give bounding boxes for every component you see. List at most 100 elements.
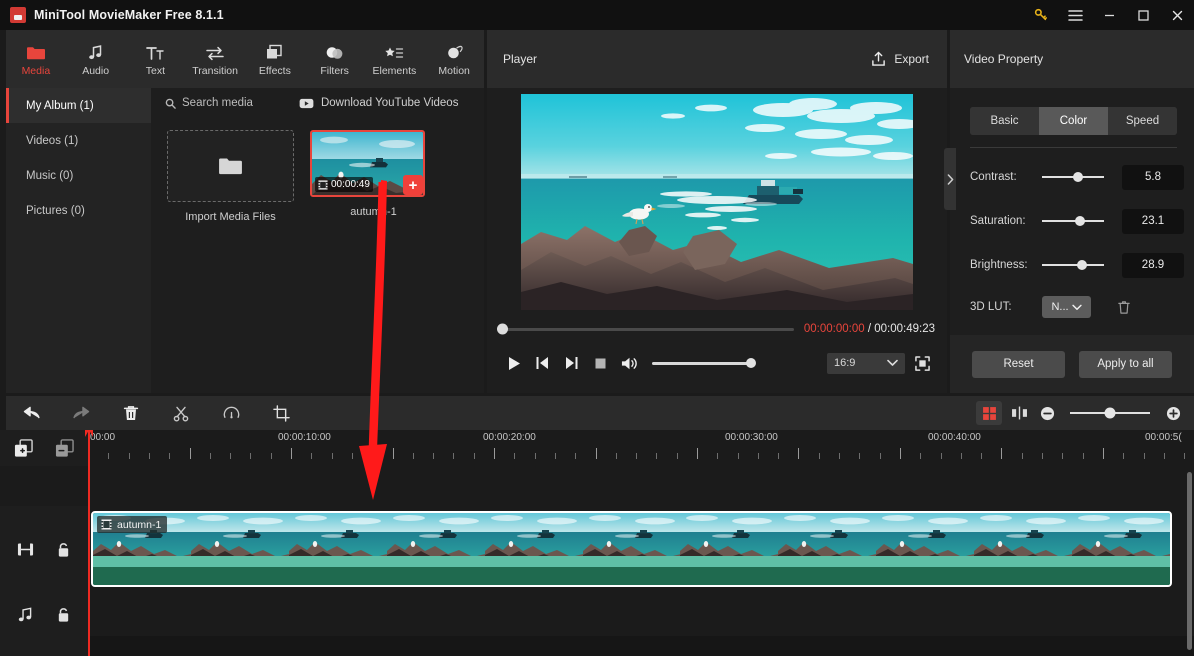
category-music[interactable]: Music (0) [6, 158, 151, 193]
category-pictures[interactable]: Pictures (0) [6, 193, 151, 228]
zoom-in-button[interactable] [1162, 401, 1184, 425]
download-youtube-button[interactable]: Download YouTube Videos [299, 97, 458, 109]
saturation-value[interactable]: 23.1 [1122, 208, 1184, 234]
timecode-display: 00:00:00:00 / 00:00:49:23 [804, 323, 935, 335]
stop-button[interactable] [586, 349, 615, 377]
ruler-tick [859, 453, 860, 459]
ruler-tick [271, 453, 272, 459]
tab-effects[interactable]: Effects [245, 30, 305, 88]
delete-button[interactable] [106, 396, 156, 430]
previous-frame-icon [536, 357, 548, 369]
tab-color[interactable]: Color [1039, 107, 1108, 135]
ruler-tick [433, 453, 434, 459]
brightness-slider[interactable] [1042, 260, 1104, 270]
key-icon[interactable] [1024, 0, 1058, 30]
add-track-icon[interactable] [14, 438, 33, 458]
export-button[interactable]: Export [871, 51, 929, 67]
split-button[interactable] [156, 396, 206, 430]
property-panel-header: Video Property [950, 30, 1194, 88]
ruler-tick [1062, 453, 1063, 459]
timeline-zoom-slider[interactable] [1070, 407, 1150, 419]
ruler-tick [453, 453, 454, 459]
import-drop-area[interactable] [167, 130, 294, 202]
media-item-autumn-1[interactable]: 00:00:49 + autumn-1 [310, 130, 437, 223]
tab-speed[interactable]: Speed [1108, 107, 1177, 135]
crop-button[interactable] [256, 396, 306, 430]
contrast-label: Contrast: [970, 171, 1017, 183]
fit-to-timeline-button[interactable] [976, 401, 1002, 425]
fullscreen-button[interactable] [909, 350, 935, 376]
add-to-timeline-button[interactable]: + [403, 175, 423, 195]
import-media-tile[interactable]: Import Media Files [167, 130, 294, 223]
volume-button[interactable] [615, 349, 644, 377]
tab-basic[interactable]: Basic [970, 107, 1039, 135]
category-my-album[interactable]: My Album (1) [6, 88, 151, 123]
apply-to-all-button[interactable]: Apply to all [1079, 350, 1172, 378]
playhead[interactable] [85, 430, 93, 656]
video-track-lock-button[interactable] [56, 541, 71, 558]
scissors-icon [173, 406, 189, 422]
next-frame-button[interactable] [557, 349, 586, 377]
search-input[interactable]: Search media [165, 97, 253, 109]
remove-track-icon[interactable] [55, 438, 74, 458]
volume-slider[interactable] [652, 358, 756, 368]
property-panel-title: Video Property [964, 52, 1044, 66]
tab-filters[interactable]: Filters [305, 30, 365, 88]
chevron-down-icon [1071, 304, 1082, 311]
redo-button[interactable] [56, 396, 106, 430]
contrast-value[interactable]: 5.8 [1122, 164, 1184, 190]
lut-delete-button[interactable] [1113, 300, 1135, 315]
zoom-out-button[interactable] [1036, 401, 1058, 425]
timeline-toolbar [6, 396, 1194, 430]
minimize-icon[interactable] [1092, 0, 1126, 30]
play-button[interactable] [499, 349, 528, 377]
timeline-ruler[interactable]: 00:00 00:00:10:00 00:00:20:00 00:00:30:0… [88, 430, 1194, 466]
timeline-clip-autumn-1[interactable]: autumn-1 [91, 511, 1172, 587]
clip-name-text: autumn-1 [117, 518, 162, 531]
category-videos[interactable]: Videos (1) [6, 123, 151, 158]
ruler-tick [1103, 448, 1104, 459]
clip-name-badge: autumn-1 [97, 516, 168, 533]
audio-track-lock-button[interactable] [56, 606, 71, 623]
undo-arrow-icon [23, 406, 40, 419]
tab-text[interactable]: Text [126, 30, 186, 88]
tab-transition[interactable]: Transition [185, 30, 245, 88]
aspect-ratio-select[interactable]: 16:9 [827, 352, 905, 374]
timeline-vertical-scrollbar[interactable] [1187, 472, 1192, 650]
tab-media[interactable]: Media [6, 30, 66, 88]
timeline-lane-video[interactable]: autumn-1 [88, 506, 1194, 592]
ruler-tick [697, 448, 698, 459]
brightness-handle[interactable] [1076, 260, 1087, 270]
contrast-handle[interactable] [1072, 172, 1083, 182]
lut-select[interactable]: N... [1042, 296, 1091, 318]
split-view-button[interactable] [1006, 401, 1032, 425]
tab-elements[interactable]: Elements [365, 30, 425, 88]
tab-motion[interactable]: Motion [424, 30, 484, 88]
saturation-slider[interactable] [1042, 216, 1104, 226]
chevron-right-icon [947, 173, 954, 185]
maximize-icon[interactable] [1126, 0, 1160, 30]
timeline-lane-audio[interactable] [88, 592, 1194, 636]
undo-button[interactable] [6, 396, 56, 430]
tab-audio-label: Audio [82, 65, 110, 77]
seek-slider[interactable] [497, 323, 794, 335]
saturation-handle[interactable] [1075, 216, 1086, 226]
timeline-lane-empty[interactable] [88, 466, 1194, 506]
unlock-icon [58, 542, 69, 557]
media-thumbnail[interactable]: 00:00:49 + [310, 130, 425, 197]
contrast-slider[interactable] [1042, 172, 1104, 182]
prev-frame-button[interactable] [528, 349, 557, 377]
video-preview[interactable] [521, 94, 913, 310]
brightness-value[interactable]: 28.9 [1122, 252, 1184, 278]
volume-handle[interactable] [746, 358, 756, 368]
close-icon[interactable] [1160, 0, 1194, 30]
panel-collapse-button[interactable] [944, 148, 956, 210]
hamburger-menu-icon[interactable] [1058, 0, 1092, 30]
timeline-zoom-handle[interactable] [1104, 407, 1116, 419]
reset-button[interactable]: Reset [972, 350, 1065, 378]
seek-handle[interactable] [497, 323, 508, 335]
ruler-tick [1164, 453, 1165, 459]
speed-button[interactable] [206, 396, 256, 430]
lut-row: 3D LUT: N... [970, 292, 1194, 322]
tab-audio[interactable]: Audio [66, 30, 126, 88]
